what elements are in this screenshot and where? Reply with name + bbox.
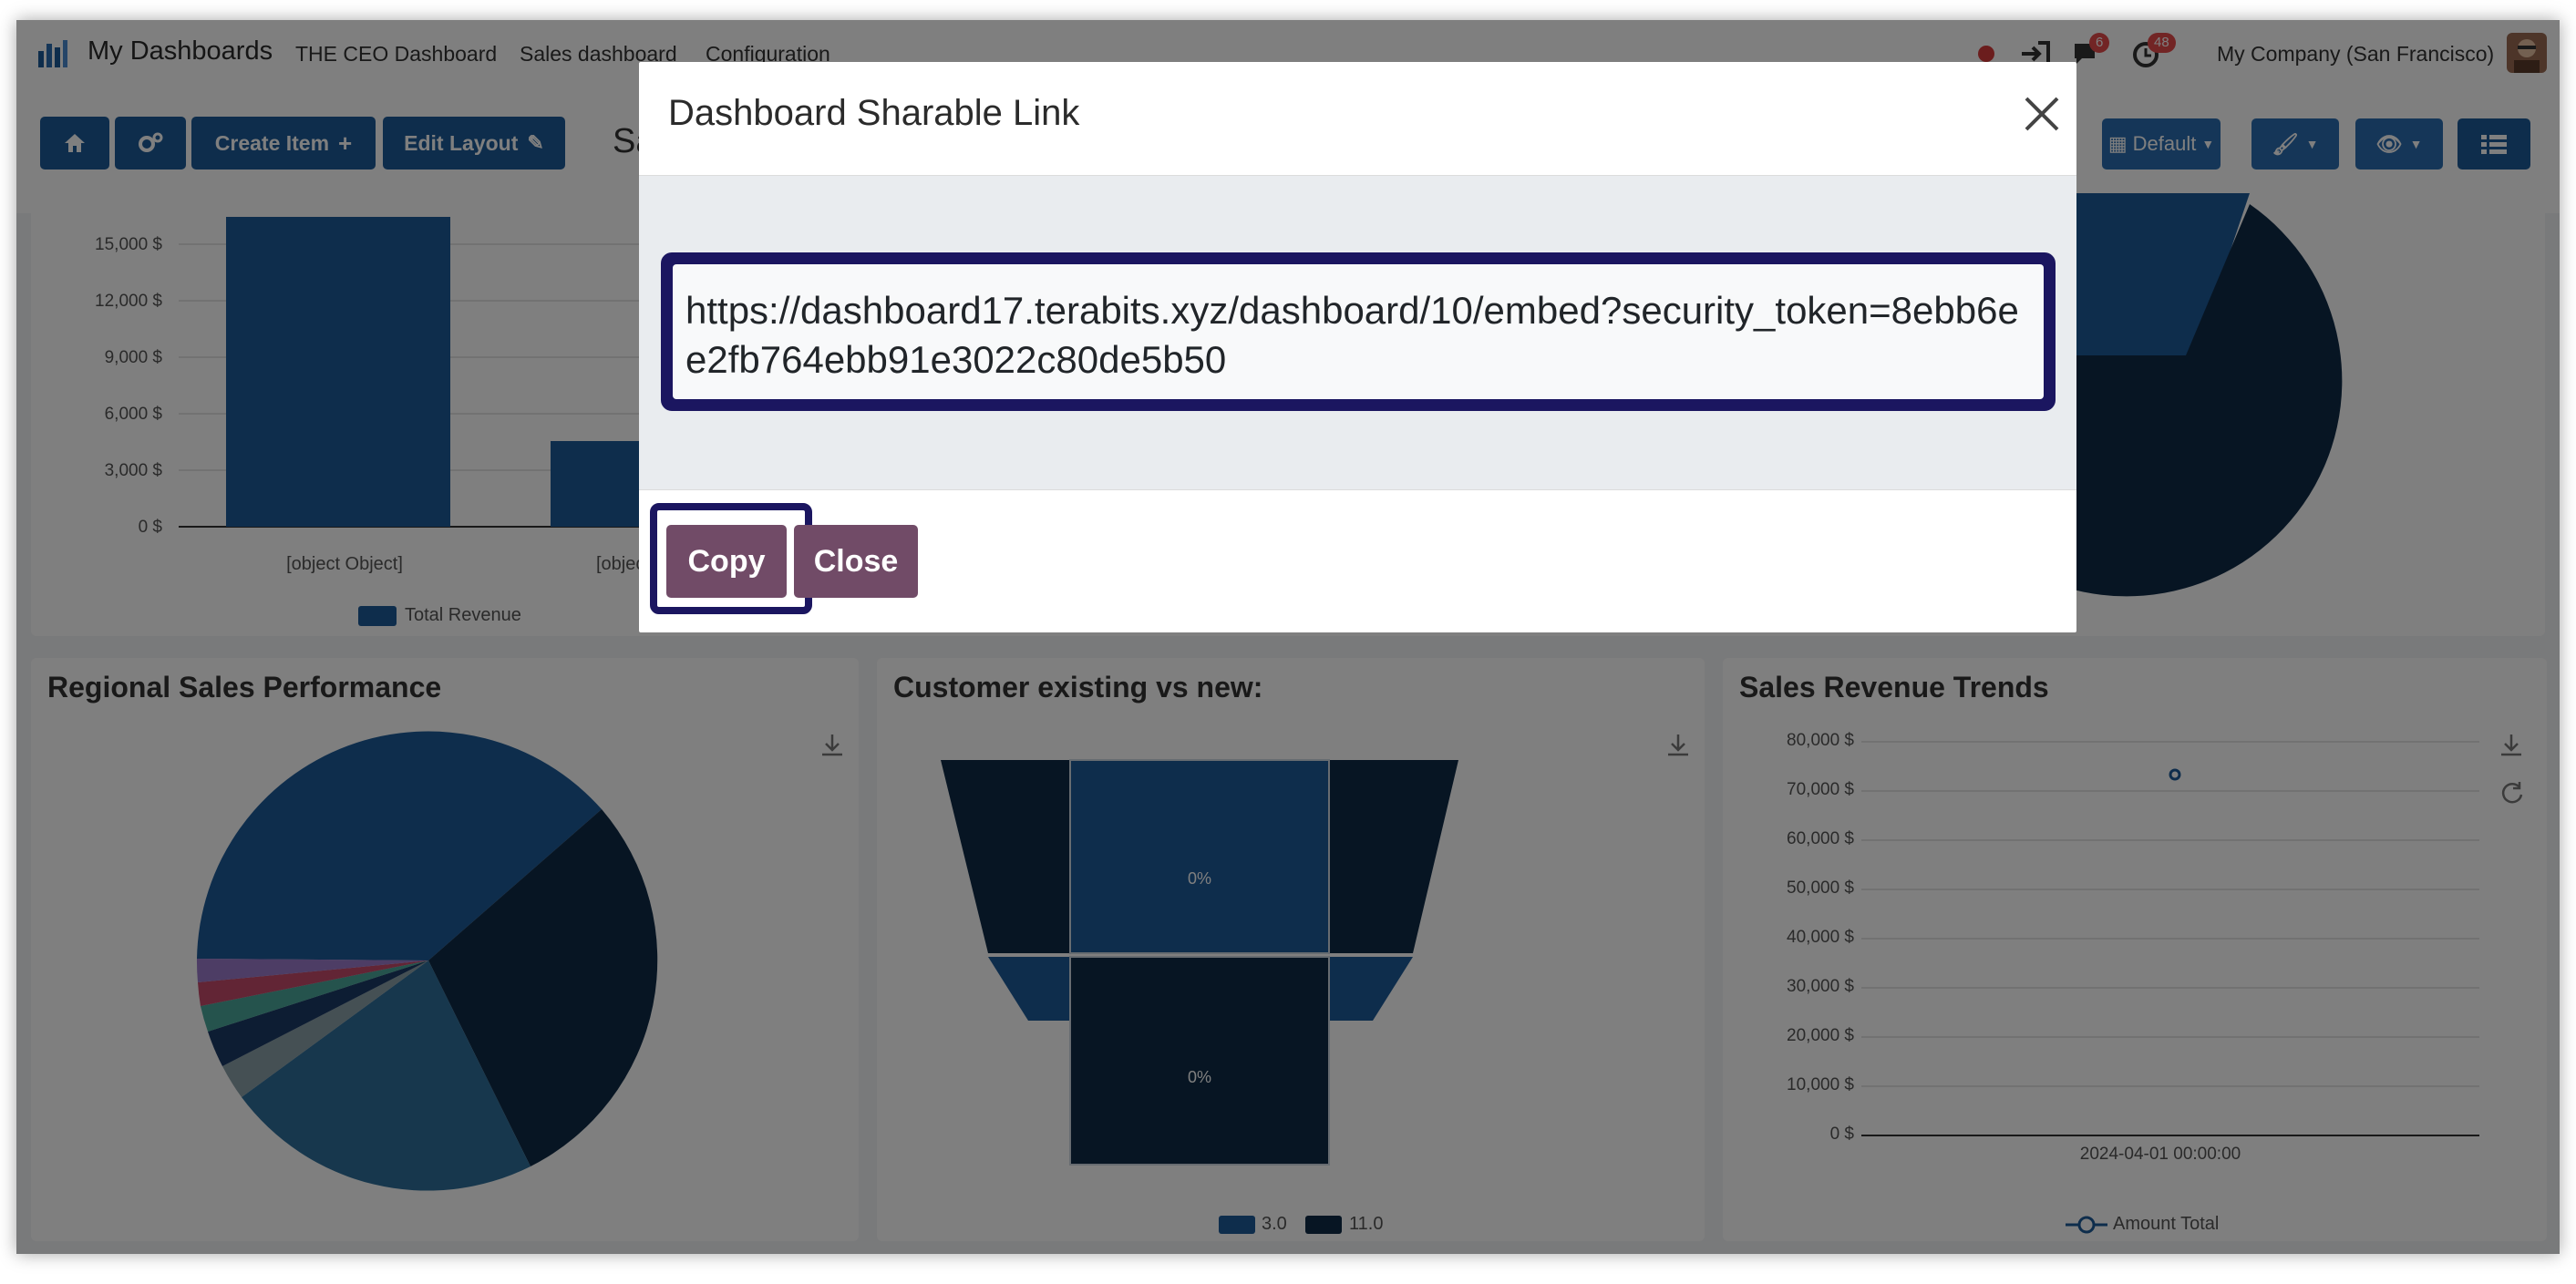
modal-header: Dashboard Sharable Link <box>639 62 2076 176</box>
close-icon[interactable] <box>2017 89 2066 139</box>
share-link-field[interactable]: https://dashboard17.terabits.xyz/dashboa… <box>673 264 2044 399</box>
share-link-modal: Dashboard Sharable Link https://dashboar… <box>639 62 2076 632</box>
modal-body: https://dashboard17.terabits.xyz/dashboa… <box>639 176 2076 490</box>
modal-title: Dashboard Sharable Link <box>668 93 1080 133</box>
copy-button[interactable]: Copy <box>666 525 787 598</box>
share-link-text[interactable]: https://dashboard17.terabits.xyz/dashboa… <box>685 286 2035 385</box>
app-window: My Dashboards THE CEO Dashboard Sales da… <box>16 20 2560 1254</box>
close-button[interactable]: Close <box>794 525 918 598</box>
link-field-highlight: https://dashboard17.terabits.xyz/dashboa… <box>661 252 2056 411</box>
